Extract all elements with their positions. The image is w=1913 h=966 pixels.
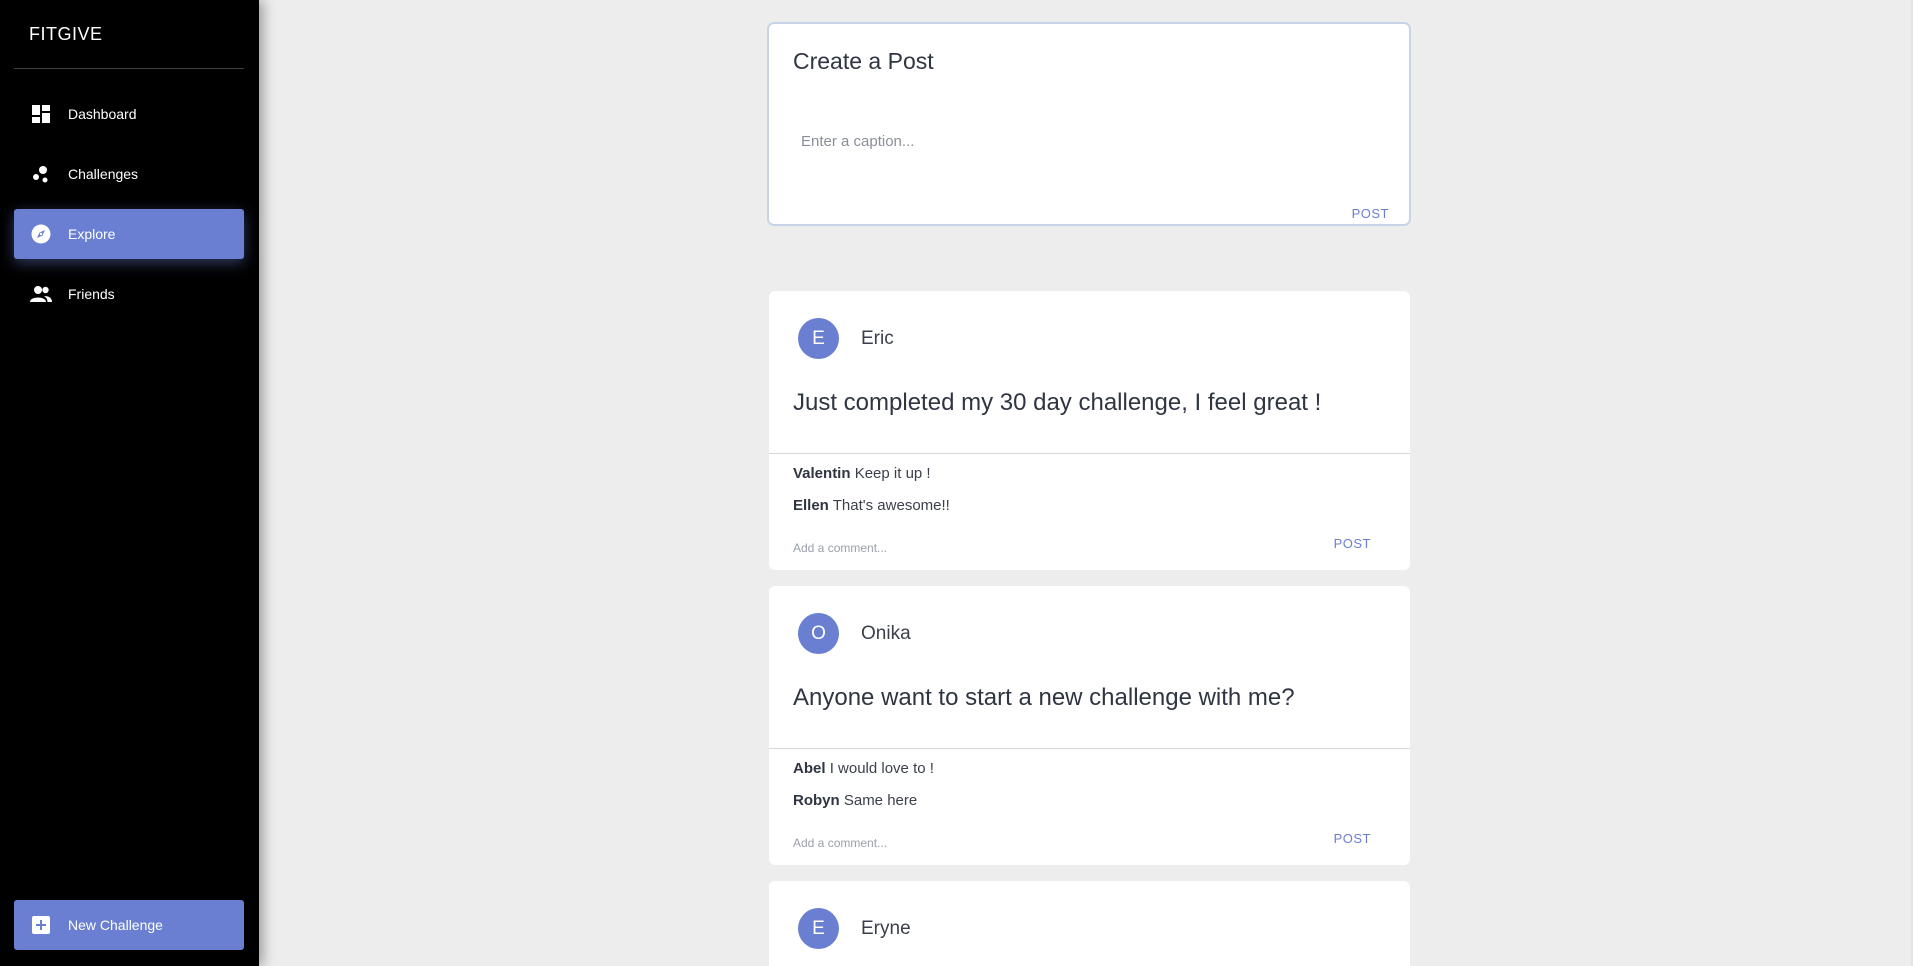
divider [769,453,1410,454]
post-header: E Eryne [798,908,911,949]
new-challenge-button[interactable]: New Challenge [14,900,244,950]
new-challenge-label: New Challenge [68,917,163,933]
comment-user[interactable]: Valentin [793,465,851,482]
comment-text: I would love to ! [829,760,934,777]
post-card: E Eric Just completed my 30 day challeng… [769,291,1410,570]
sidebar-item-challenges[interactable]: Challenges [14,149,244,199]
avatar[interactable]: E [798,318,839,359]
brand-logo[interactable]: FITGIVE [29,24,103,45]
comment-user[interactable]: Abel [793,760,826,777]
comment: Valentin Keep it up ! [793,465,931,482]
create-post-title: Create a Post [793,48,934,74]
post-card: E Eryne [769,881,1410,966]
comment-post-button[interactable]: POST [1334,536,1371,551]
post-header: O Onika [798,613,911,654]
post-author[interactable]: Onika [861,623,911,645]
comment-user[interactable]: Robyn [793,792,840,809]
sidebar: FITGIVE Dashboard Challenges Explore Fri… [0,0,259,966]
post-author[interactable]: Eryne [861,918,911,940]
sidebar-item-label: Explore [68,226,116,242]
add-box-icon [30,914,52,936]
comment-user[interactable]: Ellen [793,497,829,514]
avatar[interactable]: E [798,908,839,949]
post-card: O Onika Anyone want to start a new chall… [769,586,1410,865]
comment-text: Keep it up ! [854,465,931,482]
comment: Ellen That's awesome!! [793,497,950,514]
compass-icon [30,223,52,245]
post-header: E Eric [798,318,894,359]
post-author[interactable]: Eric [861,328,894,350]
sidebar-item-label: Friends [68,286,115,302]
post-button[interactable]: POST [1352,206,1389,221]
avatar[interactable]: O [798,613,839,654]
create-post-card: Create a Post POST [767,22,1411,226]
comment: Abel I would love to ! [793,760,934,777]
sidebar-item-label: Challenges [68,166,139,182]
divider [769,748,1410,749]
comment: Robyn Same here [793,792,917,809]
divider [14,68,244,69]
dashboard-icon [30,103,52,125]
sidebar-item-label: Dashboard [68,106,137,122]
comment-input[interactable] [793,833,1293,853]
comment-post-button[interactable]: POST [1334,831,1371,846]
sidebar-item-explore[interactable]: Explore [14,209,244,259]
comment-text: That's awesome!! [832,497,950,514]
sidebar-item-dashboard[interactable]: Dashboard [14,89,244,139]
comment-input[interactable] [793,538,1293,558]
comment-text: Same here [843,792,918,809]
post-text: Just completed my 30 day challenge, I fe… [793,389,1322,416]
people-icon [30,283,52,305]
challenges-icon [30,163,52,185]
caption-input[interactable] [793,128,1383,154]
sidebar-item-friends[interactable]: Friends [14,269,244,319]
post-text: Anyone want to start a new challenge wit… [793,684,1295,711]
